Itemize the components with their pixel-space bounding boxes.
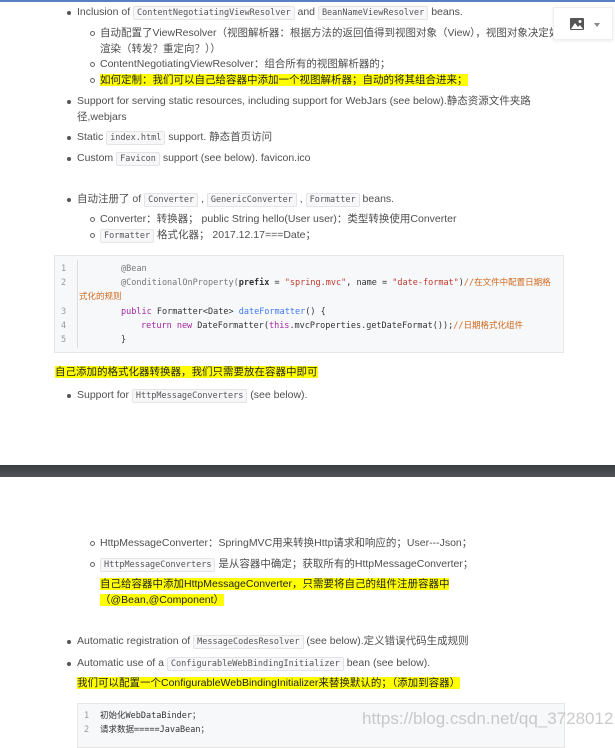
code-keyword: return new — [141, 321, 193, 331]
list-item: 如何定制：我们可以自己给容器中添加一个视图解析器；自动的将其组合进来； — [90, 73, 468, 88]
list-item-continuation: 径,webjars — [77, 111, 127, 123]
code-text: 初始化WebDataBinder； — [100, 711, 201, 721]
text: (see below).定义错误代码生成规则 — [303, 635, 469, 647]
text: Automatic registration of — [77, 635, 194, 647]
text: support (see below). favicon.ico — [159, 152, 311, 164]
inline-code: Converter — [144, 193, 199, 207]
inline-code: HttpMessageConverters — [100, 558, 216, 572]
code-keyword: public — [121, 307, 152, 317]
code-text: } — [121, 335, 127, 345]
inline-code: ContentNegotiatingViewResolver — [133, 6, 295, 20]
code-comment: //日期格式化组件 — [453, 321, 523, 331]
line-number: 1 — [84, 711, 90, 721]
inline-code: GenericConverter — [206, 193, 297, 207]
top-border — [0, 0, 615, 2]
highlight-text: （@Bean,@Component） — [100, 594, 225, 606]
inline-code: Formatter — [305, 193, 360, 207]
highlight-paragraph: 自己给容器中添加HttpMessageConverter，只需要将自己的组件注册… — [100, 577, 450, 592]
code-text: 请求数据=====JavaBean； — [100, 725, 210, 735]
highlight-text: 自己给容器中添加HttpMessageConverter，只需要将自己的组件注册… — [100, 578, 450, 590]
inline-code: HttpMessageConverters — [131, 389, 248, 403]
inline-code: ConfigurableWebBindingInitializer — [166, 657, 344, 671]
text: Support for — [77, 389, 132, 401]
code-string: "date-format" — [392, 278, 459, 288]
text: 是从容器中确定；获取所有的HttpMessageConverter； — [215, 558, 474, 570]
list-item: Converter：转换器； public String hello(User … — [90, 213, 457, 225]
inline-code: Formatter — [100, 229, 155, 243]
text: , — [296, 193, 306, 205]
code-keyword: this — [268, 321, 290, 331]
code-text: DateFormatter( — [192, 321, 269, 331]
text: , — [198, 193, 207, 205]
list-item: Inclusion of ContentNegotiatingViewResol… — [67, 5, 463, 21]
inline-code: MessageCodesResolver — [193, 635, 304, 649]
highlight-paragraph: 自己添加的格式化器转换器，我们只需要放在容器中即可 — [55, 365, 318, 380]
text: and — [294, 6, 318, 18]
line-number: 1 — [61, 264, 67, 274]
list-item: HttpMessageConverter：SpringMVC用来转换Http请求… — [89, 537, 473, 549]
code-comment: 式化的规则 — [79, 292, 122, 302]
highlight-text: 我们可以配置一个ConfigurableWebBindingInitialize… — [77, 677, 461, 689]
page-separator — [0, 465, 615, 477]
text: (see below). — [247, 389, 308, 401]
code-text: () { — [305, 307, 326, 317]
code-text: .mvcProperties.getDateFormat()); — [289, 321, 454, 331]
text: Automatic use of a — [77, 657, 167, 669]
chevron-down-icon — [594, 23, 600, 27]
code-text: , name = — [346, 278, 393, 288]
code-text: @ConditionalOnProperty( — [121, 278, 239, 288]
code-text: @Bean — [121, 264, 147, 274]
text: 自动注册了 of — [77, 193, 145, 205]
code-string: "spring.mvc" — [284, 278, 347, 288]
list-item: 自动注册了 of Converter , GenericConverter , … — [66, 192, 395, 208]
code-function: dateFormatter — [238, 307, 306, 317]
inline-code: index.html — [106, 131, 166, 145]
image-options-button[interactable] — [553, 7, 613, 40]
code-text: prefix — [238, 278, 270, 288]
text: Inclusion of — [77, 6, 134, 18]
highlight-paragraph: （@Bean,@Component） — [100, 593, 225, 608]
list-item: 自动配置了ViewResolver（视图解析器：根据方法的返回值得到视图对象（V… — [90, 27, 570, 39]
watermark: https://blog.csdn.net/qq_37280121 — [362, 709, 615, 728]
line-number: 4 — [61, 321, 67, 331]
text: Static — [77, 131, 107, 143]
list-item: Automatic use of a ConfigurableWebBindin… — [66, 656, 431, 672]
image-icon — [570, 18, 584, 30]
highlight-text: 如何定制：我们可以自己给容器中添加一个视图解析器；自动的将其组合进来； — [100, 74, 468, 86]
list-item: HttpMessageConverters 是从容器中确定；获取所有的HttpM… — [89, 557, 474, 573]
list-item: Support for HttpMessageConverters (see b… — [66, 388, 308, 404]
inline-code: Favicon — [116, 152, 160, 166]
text: Custom — [77, 152, 117, 164]
text: beans. — [359, 193, 395, 205]
code-block: 1 @Bean 2 @ConditionalOnProperty(prefix = … — [54, 255, 564, 353]
text: bean (see below). — [343, 657, 431, 669]
text: support. 静态首页访问 — [165, 131, 273, 143]
line-number: 2 — [84, 725, 90, 735]
list-item: Automatic registration of MessageCodesRe… — [67, 634, 469, 650]
list-item-continuation: 渲染（转发？重定向？）） — [100, 43, 221, 55]
list-item: ContentNegotiatingViewResolver：组合所有的视图解析… — [89, 58, 391, 70]
line-number: 5 — [61, 335, 67, 345]
gutter — [77, 260, 78, 348]
list-item: Static index.html support. 静态首页访问 — [66, 130, 273, 146]
line-number: 2 — [61, 278, 67, 288]
line-number: 3 — [61, 307, 67, 317]
list-item: Custom Favicon support (see below). favi… — [67, 151, 311, 167]
highlight-text: 自己添加的格式化器转换器，我们只需要放在容器中即可 — [55, 366, 318, 378]
text: 格式化器； 2017.12.17===Date； — [154, 229, 317, 241]
highlight-paragraph: 我们可以配置一个ConfigurableWebBindingInitialize… — [77, 676, 461, 691]
list-item: Formatter 格式化器； 2017.12.17===Date； — [89, 228, 317, 244]
code-text: Formatter<Date> — [151, 307, 239, 317]
code-comment: //在文件中配置日期格 — [463, 278, 551, 288]
list-item: Support for serving static resources, in… — [67, 95, 531, 107]
text: beans. — [428, 6, 463, 18]
code-text: = — [269, 278, 285, 288]
inline-code: BeanNameViewResolver — [317, 6, 429, 20]
